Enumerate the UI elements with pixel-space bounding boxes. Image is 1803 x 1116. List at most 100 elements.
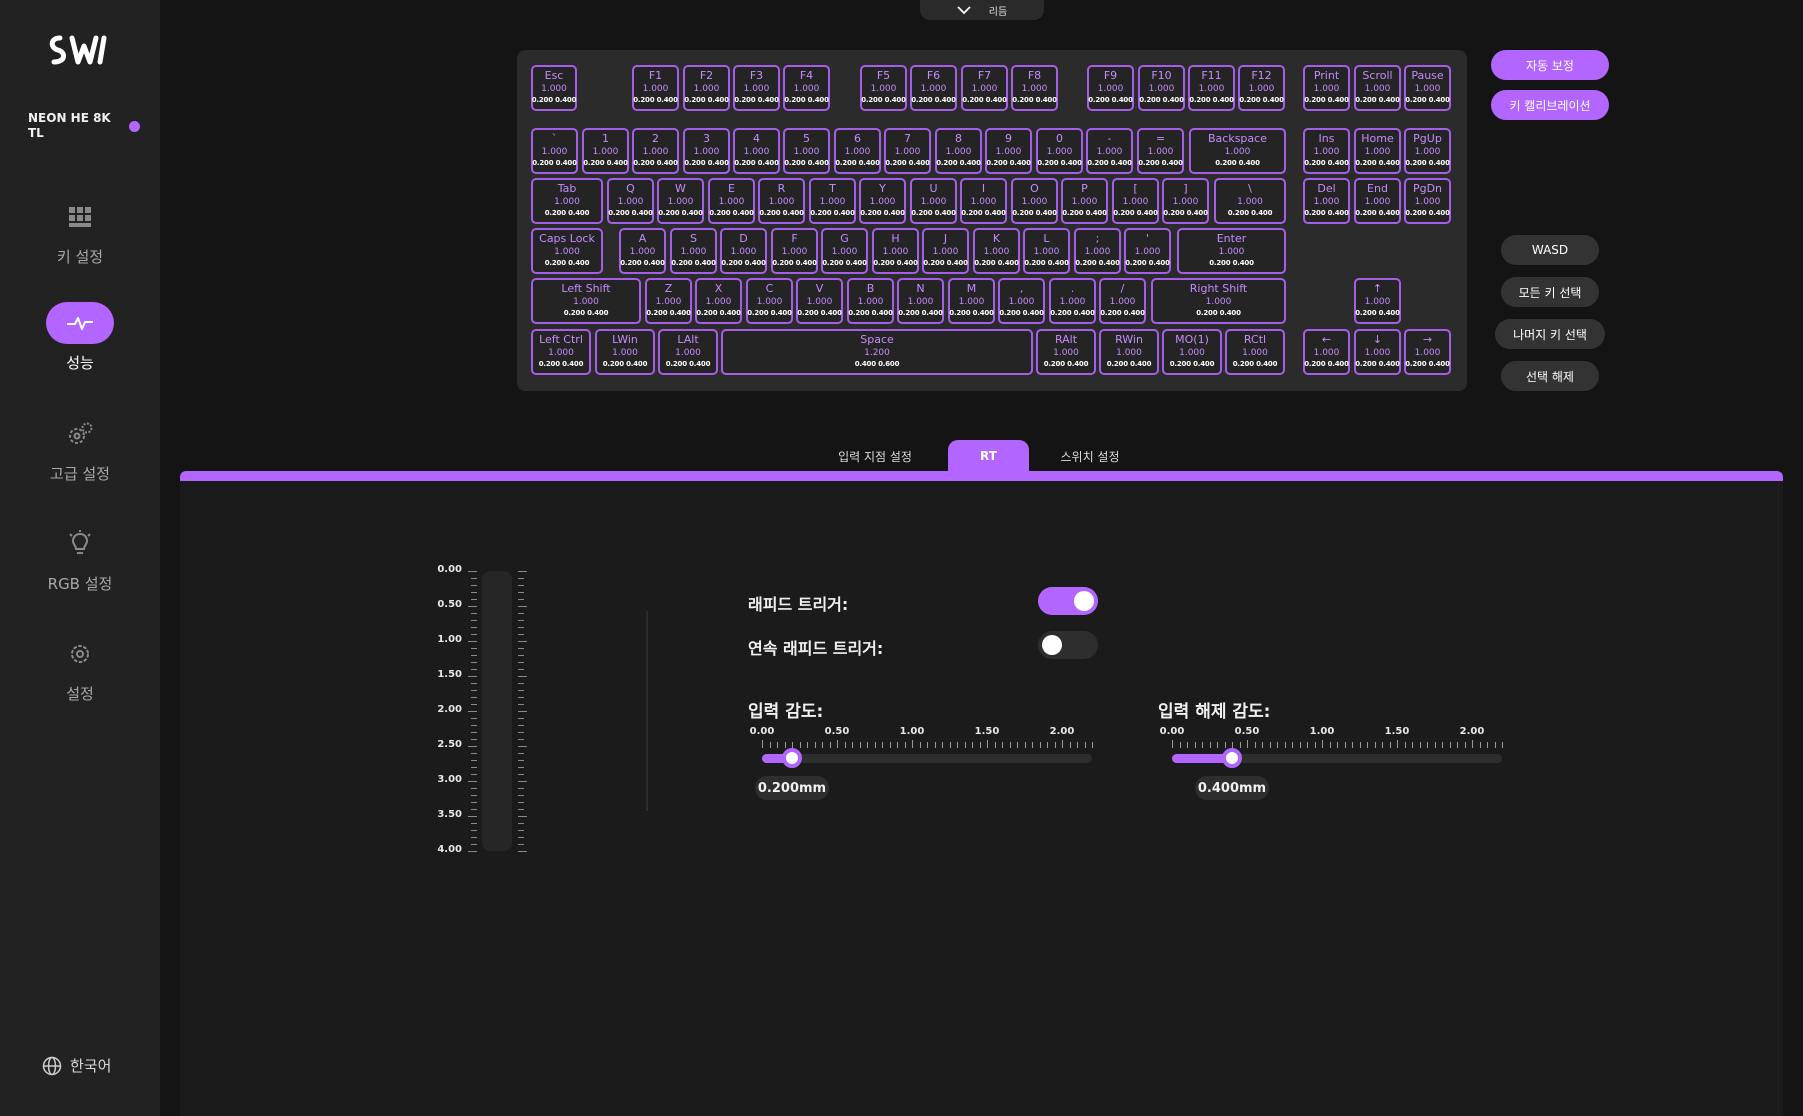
key-rwin[interactable]: RWin 1.000 0.200 0.400 bbox=[1099, 329, 1159, 375]
key-i[interactable]: I 1.000 0.200 0.400 bbox=[960, 178, 1007, 224]
key-4[interactable]: 4 1.000 0.200 0.400 bbox=[733, 128, 780, 174]
key-f1[interactable]: F1 1.000 0.200 0.400 bbox=[632, 65, 679, 111]
key-←[interactable]: ← 1.000 0.200 0.400 bbox=[1303, 329, 1350, 375]
key-f6[interactable]: F6 1.000 0.200 0.400 bbox=[910, 65, 957, 111]
key-7[interactable]: 7 1.000 0.200 0.400 bbox=[884, 128, 931, 174]
key-f3[interactable]: F3 1.000 0.200 0.400 bbox=[733, 65, 780, 111]
nav-item-key-settings[interactable]: 키 설정 bbox=[0, 196, 160, 267]
key-x[interactable]: X 1.000 0.200 0.400 bbox=[695, 278, 742, 324]
key-5[interactable]: 5 1.000 0.200 0.400 bbox=[783, 128, 830, 174]
slider-track[interactable] bbox=[762, 754, 1092, 763]
key-v[interactable]: V 1.000 0.200 0.400 bbox=[796, 278, 843, 324]
key-→[interactable]: → 1.000 0.200 0.400 bbox=[1404, 329, 1451, 375]
key-h[interactable]: H 1.000 0.200 0.400 bbox=[872, 228, 919, 274]
key-left-ctrl[interactable]: Left Ctrl 1.000 0.200 0.400 bbox=[531, 329, 591, 375]
key-esc[interactable]: Esc 1.000 0.200 0.400 bbox=[531, 65, 577, 111]
deselect-button[interactable]: 선택 해제 bbox=[1501, 361, 1599, 391]
key-s[interactable]: S 1.000 0.200 0.400 bbox=[670, 228, 717, 274]
key-right-shift[interactable]: Right Shift 1.000 0.200 0.400 bbox=[1151, 278, 1286, 324]
key-f8[interactable]: F8 1.000 0.200 0.400 bbox=[1011, 65, 1058, 111]
key-home[interactable]: Home 1.000 0.200 0.400 bbox=[1354, 128, 1401, 174]
top-pulldown-tab[interactable]: 리듬 bbox=[920, 0, 1044, 20]
key-enter[interactable]: Enter 1.000 0.200 0.400 bbox=[1177, 228, 1286, 274]
key-pause[interactable]: Pause 1.000 0.200 0.400 bbox=[1404, 65, 1451, 111]
key-a[interactable]: A 1.000 0.200 0.400 bbox=[619, 228, 666, 274]
key-w[interactable]: W 1.000 0.200 0.400 bbox=[657, 178, 704, 224]
key-2[interactable]: 2 1.000 0.200 0.400 bbox=[632, 128, 679, 174]
key-'[interactable]: ' 1.000 0.200 0.400 bbox=[1124, 228, 1171, 274]
key-f7[interactable]: F7 1.000 0.200 0.400 bbox=[961, 65, 1008, 111]
key-/[interactable]: / 1.000 0.200 0.400 bbox=[1099, 278, 1146, 324]
nav-item-rgb-settings[interactable]: RGB 설정 bbox=[0, 523, 160, 594]
key-calibration-button[interactable]: 키 캘리브레이션 bbox=[1491, 90, 1609, 120]
key-f11[interactable]: F11 1.000 0.200 0.400 bbox=[1188, 65, 1235, 111]
nav-item-settings[interactable]: 설정 bbox=[0, 633, 160, 704]
tab-actuation-point[interactable]: 입력 지점 설정 bbox=[820, 440, 930, 472]
key-print[interactable]: Print 1.000 0.200 0.400 bbox=[1303, 65, 1350, 111]
key-pgup[interactable]: PgUp 1.000 0.200 0.400 bbox=[1404, 128, 1451, 174]
key--[interactable]: - 1.000 0.200 0.400 bbox=[1086, 128, 1133, 174]
key-d[interactable]: D 1.000 0.200 0.400 bbox=[720, 228, 767, 274]
key-↓[interactable]: ↓ 1.000 0.200 0.400 bbox=[1354, 329, 1401, 375]
key-0[interactable]: 0 1.000 0.200 0.400 bbox=[1036, 128, 1083, 174]
key-[[interactable]: [1.000 0.200 0.400 bbox=[1112, 178, 1159, 224]
key-8[interactable]: 8 1.000 0.200 0.400 bbox=[935, 128, 982, 174]
tab-rt[interactable]: RT bbox=[948, 440, 1029, 472]
key-rctl[interactable]: RCtl 1.000 0.200 0.400 bbox=[1225, 329, 1285, 375]
key-c[interactable]: C 1.000 0.200 0.400 bbox=[746, 278, 793, 324]
key-u[interactable]: U 1.000 0.200 0.400 bbox=[910, 178, 957, 224]
key-l[interactable]: L 1.000 0.200 0.400 bbox=[1023, 228, 1070, 274]
key-3[interactable]: 3 1.000 0.200 0.400 bbox=[683, 128, 730, 174]
key-\[interactable]: \ 1.000 0.200 0.400 bbox=[1214, 178, 1286, 224]
key-ins[interactable]: Ins 1.000 0.200 0.400 bbox=[1303, 128, 1350, 174]
key-f12[interactable]: F12 1.000 0.200 0.400 bbox=[1238, 65, 1285, 111]
key-1[interactable]: 1 1.000 0.200 0.400 bbox=[582, 128, 629, 174]
key-t[interactable]: T 1.000 0.200 0.400 bbox=[809, 178, 856, 224]
key-q[interactable]: Q 1.000 0.200 0.400 bbox=[607, 178, 654, 224]
key-ralt[interactable]: RAlt 1.000 0.200 0.400 bbox=[1036, 329, 1096, 375]
language-selector[interactable]: 한국어 bbox=[42, 1055, 111, 1076]
key-f4[interactable]: F4 1.000 0.200 0.400 bbox=[783, 65, 830, 111]
key-,[interactable]: , 1.000 0.200 0.400 bbox=[998, 278, 1045, 324]
key-][interactable]: ] 1.000 0.200 0.400 bbox=[1162, 178, 1209, 224]
key-lalt[interactable]: LAlt 1.000 0.200 0.400 bbox=[658, 329, 718, 375]
key-tab[interactable]: Tab 1.000 0.200 0.400 bbox=[531, 178, 603, 224]
key-j[interactable]: J 1.000 0.200 0.400 bbox=[922, 228, 969, 274]
key-p[interactable]: P 1.000 0.200 0.400 bbox=[1061, 178, 1108, 224]
key-left-shift[interactable]: Left Shift 1.000 0.200 0.400 bbox=[531, 278, 641, 324]
key-end[interactable]: End 1.000 0.200 0.400 bbox=[1354, 178, 1401, 224]
key-z[interactable]: Z 1.000 0.200 0.400 bbox=[645, 278, 692, 324]
key-mo(1)[interactable]: MO(1) 1.000 0.200 0.400 bbox=[1162, 329, 1222, 375]
key-f2[interactable]: F2 1.000 0.200 0.400 bbox=[683, 65, 730, 111]
key-lwin[interactable]: LWin 1.000 0.200 0.400 bbox=[595, 329, 655, 375]
slider-thumb[interactable] bbox=[782, 748, 802, 768]
slider-thumb[interactable] bbox=[1222, 748, 1242, 768]
rapid-trigger-toggle[interactable] bbox=[1038, 587, 1098, 615]
key-=[interactable]: = 1.000 0.200 0.400 bbox=[1137, 128, 1184, 174]
key-backspace[interactable]: Backspace 1.000 0.200 0.400 bbox=[1189, 128, 1286, 174]
key-6[interactable]: 6 1.000 0.200 0.400 bbox=[834, 128, 881, 174]
key-g[interactable]: G 1.000 0.200 0.400 bbox=[821, 228, 868, 274]
key-space[interactable]: Space 1.200 0.400 0.600 bbox=[721, 329, 1033, 375]
key-b[interactable]: B 1.000 0.200 0.400 bbox=[847, 278, 894, 324]
select-all-keys-button[interactable]: 모든 키 선택 bbox=[1501, 277, 1599, 307]
continuous-rapid-trigger-toggle[interactable] bbox=[1038, 631, 1098, 659]
key-scroll[interactable]: Scroll 1.000 0.200 0.400 bbox=[1354, 65, 1401, 111]
select-rest-keys-button[interactable]: 나머지 키 선택 bbox=[1495, 319, 1605, 349]
key-f[interactable]: F 1.000 0.200 0.400 bbox=[771, 228, 818, 274]
key-k[interactable]: K 1.000 0.200 0.400 bbox=[973, 228, 1020, 274]
key-e[interactable]: E 1.000 0.200 0.400 bbox=[708, 178, 755, 224]
key-.[interactable]: . 1.000 0.200 0.400 bbox=[1049, 278, 1096, 324]
wasd-button[interactable]: WASD bbox=[1501, 235, 1599, 265]
nav-item-advanced-settings[interactable]: 고급 설정 bbox=[0, 413, 160, 484]
key-pgdn[interactable]: PgDn 1.000 0.200 0.400 bbox=[1404, 178, 1451, 224]
key-n[interactable]: N 1.000 0.200 0.400 bbox=[897, 278, 944, 324]
key-o[interactable]: O 1.000 0.200 0.400 bbox=[1011, 178, 1058, 224]
key-f5[interactable]: F5 1.000 0.200 0.400 bbox=[860, 65, 907, 111]
key-↑[interactable]: ↑ 1.000 0.200 0.400 bbox=[1354, 278, 1401, 324]
auto-calibrate-button[interactable]: 자동 보정 bbox=[1491, 50, 1609, 80]
key-9[interactable]: 9 1.000 0.200 0.400 bbox=[985, 128, 1032, 174]
tab-switch-settings[interactable]: 스위치 설정 bbox=[1040, 440, 1140, 472]
nav-item-performance[interactable]: 성능 bbox=[0, 302, 160, 373]
key-y[interactable]: Y 1.000 0.200 0.400 bbox=[859, 178, 906, 224]
